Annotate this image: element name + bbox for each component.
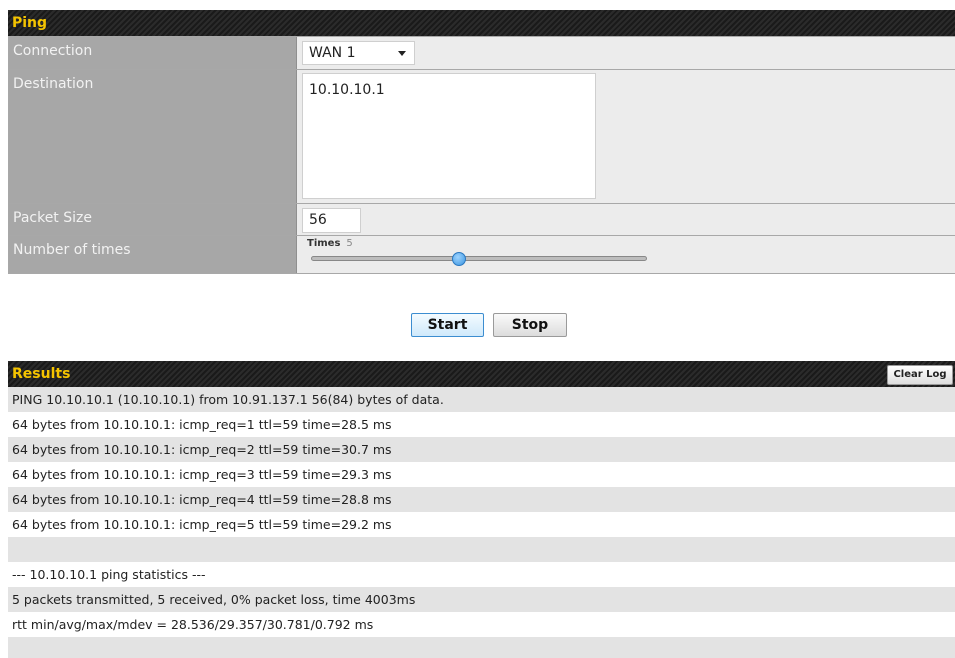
destination-cell: 10.10.10.1 (297, 70, 955, 203)
connection-select-value: WAN 1 (309, 45, 356, 61)
log-line (8, 637, 955, 658)
log-line: --- 10.10.10.1 ping statistics --- (8, 562, 955, 587)
results-panel-header: Results Clear Log (8, 361, 955, 387)
times-caption-value: 5 (346, 238, 353, 249)
number-of-times-cell: Times 5 (297, 236, 955, 273)
connection-row: Connection WAN 1 (9, 36, 955, 69)
results-log: PING 10.10.10.1 (10.10.10.1) from 10.91.… (8, 387, 955, 658)
log-line: 64 bytes from 10.10.10.1: icmp_req=4 ttl… (8, 487, 955, 512)
number-of-times-row: Number of times Times 5 (9, 235, 955, 273)
log-line: 64 bytes from 10.10.10.1: icmp_req=2 ttl… (8, 437, 955, 462)
number-of-times-label: Number of times (9, 236, 297, 273)
packet-size-input[interactable]: 56 (302, 208, 361, 233)
log-line: 64 bytes from 10.10.10.1: icmp_req=1 ttl… (8, 412, 955, 437)
times-slider-handle[interactable] (451, 252, 466, 266)
ping-panel-title: Ping (8, 10, 955, 36)
destination-label: Destination (9, 70, 297, 203)
chevron-down-icon (398, 51, 406, 56)
connection-label: Connection (9, 37, 297, 69)
ping-panel: Ping Connection WAN 1 Destination 10.10.… (8, 10, 955, 274)
log-line: PING 10.10.10.1 (10.10.10.1) from 10.91.… (8, 387, 955, 412)
destination-textarea[interactable]: 10.10.10.1 (302, 73, 596, 199)
packet-size-label: Packet Size (9, 204, 297, 235)
log-line (8, 537, 955, 562)
results-panel-title: Results (12, 366, 71, 382)
log-line: 64 bytes from 10.10.10.1: icmp_req=5 ttl… (8, 512, 955, 537)
stop-button[interactable]: Stop (493, 313, 567, 337)
results-panel: Results Clear Log PING 10.10.10.1 (10.10… (8, 361, 955, 658)
times-caption: Times 5 (307, 238, 353, 249)
times-slider[interactable] (311, 252, 647, 266)
log-line: 5 packets transmitted, 5 received, 0% pa… (8, 587, 955, 612)
packet-size-cell: 56 (297, 204, 955, 235)
log-line: 64 bytes from 10.10.10.1: icmp_req=3 ttl… (8, 462, 955, 487)
start-button[interactable]: Start (411, 313, 484, 337)
connection-cell: WAN 1 (297, 37, 955, 69)
clear-log-button[interactable]: Clear Log (887, 365, 953, 385)
connection-select[interactable]: WAN 1 (302, 41, 415, 65)
destination-row: Destination 10.10.10.1 (9, 69, 955, 203)
log-line: rtt min/avg/max/mdev = 28.536/29.357/30.… (8, 612, 955, 637)
ping-settings-table: Connection WAN 1 Destination 10.10.10.1 … (8, 36, 955, 274)
times-caption-label: Times (307, 238, 341, 249)
packet-size-row: Packet Size 56 (9, 203, 955, 235)
